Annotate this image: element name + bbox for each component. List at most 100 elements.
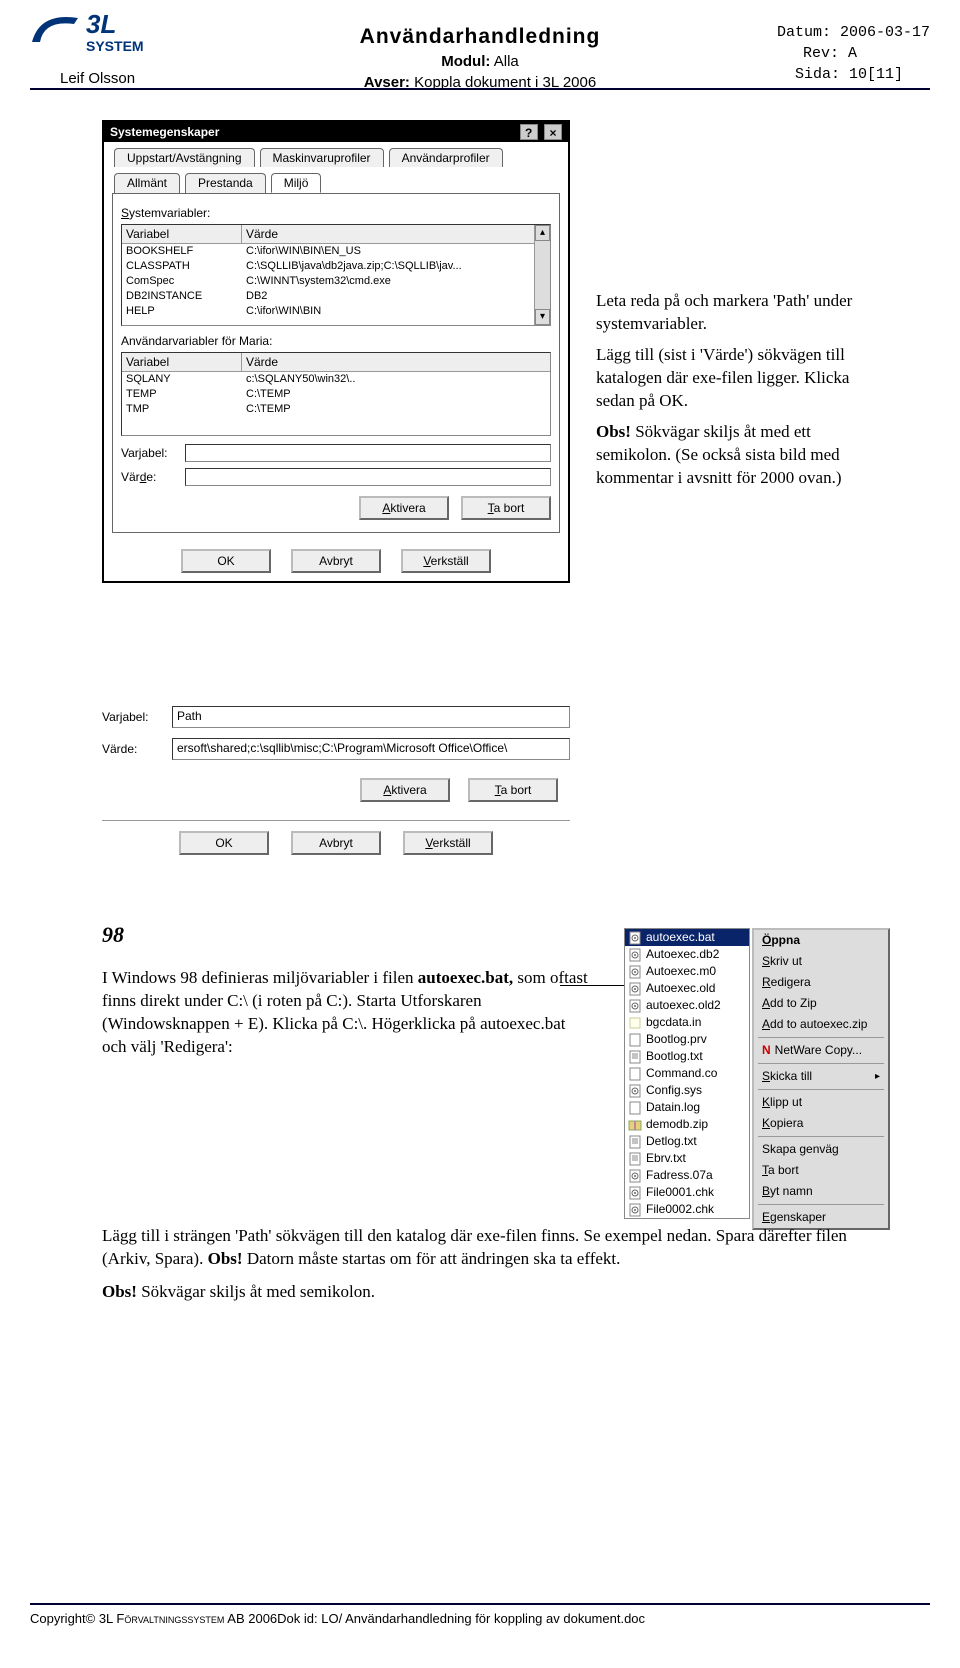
value-input[interactable]: ersoft\shared;c:\sqllib\misc;C:\Program\… — [172, 738, 570, 760]
menu-item[interactable]: Kopiera — [754, 1113, 888, 1134]
list-row[interactable]: TEMPC:\TEMP — [122, 387, 550, 402]
annot-p3: Obs! Sökvägar skiljs åt med ett semikolo… — [596, 421, 856, 490]
variable-input[interactable] — [185, 444, 551, 462]
tab-startup[interactable]: Uppstart/Avstängning — [114, 148, 255, 167]
file-icon — [628, 1033, 642, 1047]
tab-performance[interactable]: Prestanda — [185, 173, 266, 193]
dialog-titlebar: Systemegenskaper ? × — [104, 122, 568, 142]
menu-item[interactable]: Klipp ut — [754, 1092, 888, 1113]
list-row[interactable]: CLASSPATHC:\SQLLIB\java\db2java.zip;C:\S… — [122, 259, 550, 274]
tab-row-2: Allmänt Prestanda Miljö — [104, 167, 568, 193]
tab-body: SSystemvariabler:ystemvariabler: Variabe… — [112, 193, 560, 533]
file-icon — [628, 1016, 642, 1030]
col-value: Värde — [242, 225, 550, 243]
menu-separator — [758, 1063, 884, 1064]
apply-button[interactable]: Verkställ — [403, 831, 493, 855]
menu-item[interactable]: Skapa genväg — [754, 1139, 888, 1160]
file-item[interactable]: File0001.chk — [625, 1184, 749, 1201]
menu-separator — [758, 1136, 884, 1137]
file-item[interactable]: Fadress.07a — [625, 1167, 749, 1184]
scroll-up-icon[interactable]: ▴ — [535, 225, 550, 241]
menu-item[interactable]: Byt namn — [754, 1181, 888, 1202]
file-item[interactable]: Config.sys — [625, 1082, 749, 1099]
col-value: Värde — [242, 353, 550, 371]
uservars-listbox[interactable]: Variabel Värde SQLANYc:\SQLANY50\win32\.… — [121, 352, 551, 436]
value-label: Värde: — [102, 742, 162, 756]
menu-item[interactable]: Add to Zip — [754, 993, 888, 1014]
col-variable: Variabel — [122, 353, 242, 371]
list-row[interactable]: ComSpecC:\WINNT\system32\cmd.exe — [122, 274, 550, 289]
file-icon — [628, 1186, 642, 1200]
ok-button[interactable]: OK — [179, 831, 269, 855]
scrollbar[interactable]: ▴▾ — [534, 225, 550, 325]
activate-button[interactable]: Aktivera — [359, 496, 449, 520]
menu-separator — [758, 1037, 884, 1038]
path-edit-excerpt: Varjabel: Path Värde: ersoft\shared;c:\s… — [102, 696, 570, 865]
file-item[interactable]: Bootlog.txt — [625, 1048, 749, 1065]
menu-item[interactable]: NNetWare Copy... — [754, 1040, 888, 1061]
list-row[interactable]: DB2INSTANCEDB2 — [122, 289, 550, 304]
file-item[interactable]: Ebrv.txt — [625, 1150, 749, 1167]
file-icon — [628, 1118, 642, 1132]
file-item[interactable]: Detlog.txt — [625, 1133, 749, 1150]
value-input[interactable] — [185, 468, 551, 486]
apply-button[interactable]: Verkställ — [401, 549, 491, 573]
page-header: 3L SYSTEM Leif Olsson Användarhandlednin… — [30, 10, 930, 90]
activate-button[interactable]: Aktivera — [360, 778, 450, 802]
cancel-button[interactable]: Avbryt — [291, 831, 381, 855]
file-icon — [628, 948, 642, 962]
dialog-title: Systemegenskaper — [110, 125, 219, 139]
file-item[interactable]: Datain.log — [625, 1099, 749, 1116]
file-item[interactable]: autoexec.old2 — [625, 997, 749, 1014]
tab-hwprofiles[interactable]: Maskinvaruprofiler — [260, 148, 384, 167]
file-icon — [628, 965, 642, 979]
help-button[interactable]: ? — [520, 124, 538, 140]
variable-input[interactable]: Path — [172, 706, 570, 728]
explorer-file-list[interactable]: autoexec.batAutoexec.db2Autoexec.m0Autoe… — [624, 928, 750, 1219]
list-row[interactable]: HELPC:\ifor\WIN\BIN — [122, 304, 550, 319]
col-variable: Variabel — [122, 225, 242, 243]
list-row[interactable]: TMPC:\TEMP — [122, 402, 550, 417]
sysvars-label: SSystemvariabler:ystemvariabler: — [121, 206, 551, 220]
file-icon — [628, 1084, 642, 1098]
scroll-down-icon[interactable]: ▾ — [535, 309, 550, 325]
tab-environment[interactable]: Miljö — [271, 173, 322, 193]
close-button[interactable]: × — [544, 124, 562, 140]
file-item[interactable]: Bootlog.prv — [625, 1031, 749, 1048]
annot-p1: Leta reda på och markera 'Path' under sy… — [596, 290, 856, 336]
file-item[interactable]: bgcdata.in — [625, 1014, 749, 1031]
annot-p2: Lägg till (sist i 'Värde') sökvägen till… — [596, 344, 856, 413]
tab-general[interactable]: Allmänt — [114, 173, 180, 193]
menu-item[interactable]: Skicka till — [754, 1066, 888, 1087]
file-icon — [628, 1050, 642, 1064]
sysvars-listbox[interactable]: Variabel Värde BOOKSHELFC:\ifor\WIN\BIN\… — [121, 224, 551, 326]
menu-separator — [758, 1089, 884, 1090]
file-item[interactable]: Autoexec.m0 — [625, 963, 749, 980]
file-icon — [628, 1169, 642, 1183]
file-item[interactable]: demodb.zip — [625, 1116, 749, 1133]
list-row[interactable]: BOOKSHELFC:\ifor\WIN\BIN\EN_US — [122, 244, 550, 259]
context-menu[interactable]: ÖppnaSkriv utRedigeraAdd to ZipAdd to au… — [752, 928, 890, 1230]
ok-button[interactable]: OK — [181, 549, 271, 573]
cancel-button[interactable]: Avbryt — [291, 549, 381, 573]
file-item[interactable]: Command.co — [625, 1065, 749, 1082]
menu-item[interactable]: Ta bort — [754, 1160, 888, 1181]
uservars-label: Användarvariabler för Maria: — [121, 334, 551, 348]
file-item[interactable]: autoexec.bat — [625, 929, 749, 946]
file-item[interactable]: Autoexec.old — [625, 980, 749, 997]
list-row[interactable]: SQLANYc:\SQLANY50\win32\.. — [122, 372, 550, 387]
menu-item[interactable]: Redigera — [754, 972, 888, 993]
value-label: Värde: — [121, 470, 179, 484]
dialog-bottom-buttons: OK Avbryt Verkställ — [104, 541, 568, 581]
file-item[interactable]: Autoexec.db2 — [625, 946, 749, 963]
remove-button[interactable]: Ta bort — [468, 778, 558, 802]
file-icon — [628, 999, 642, 1013]
bottom-paragraphs: Lägg till i strängen 'Path' sökvägen til… — [102, 1225, 858, 1314]
menu-item[interactable]: Skriv ut — [754, 951, 888, 972]
menu-item[interactable]: Öppna — [754, 930, 888, 951]
remove-button[interactable]: Ta bort — [461, 496, 551, 520]
tab-userprofiles[interactable]: Användarprofiler — [389, 148, 503, 167]
menu-item[interactable]: Add to autoexec.zip — [754, 1014, 888, 1035]
file-item[interactable]: File0002.chk — [625, 1201, 749, 1218]
annotation-1: Leta reda på och markera 'Path' under sy… — [596, 290, 856, 498]
